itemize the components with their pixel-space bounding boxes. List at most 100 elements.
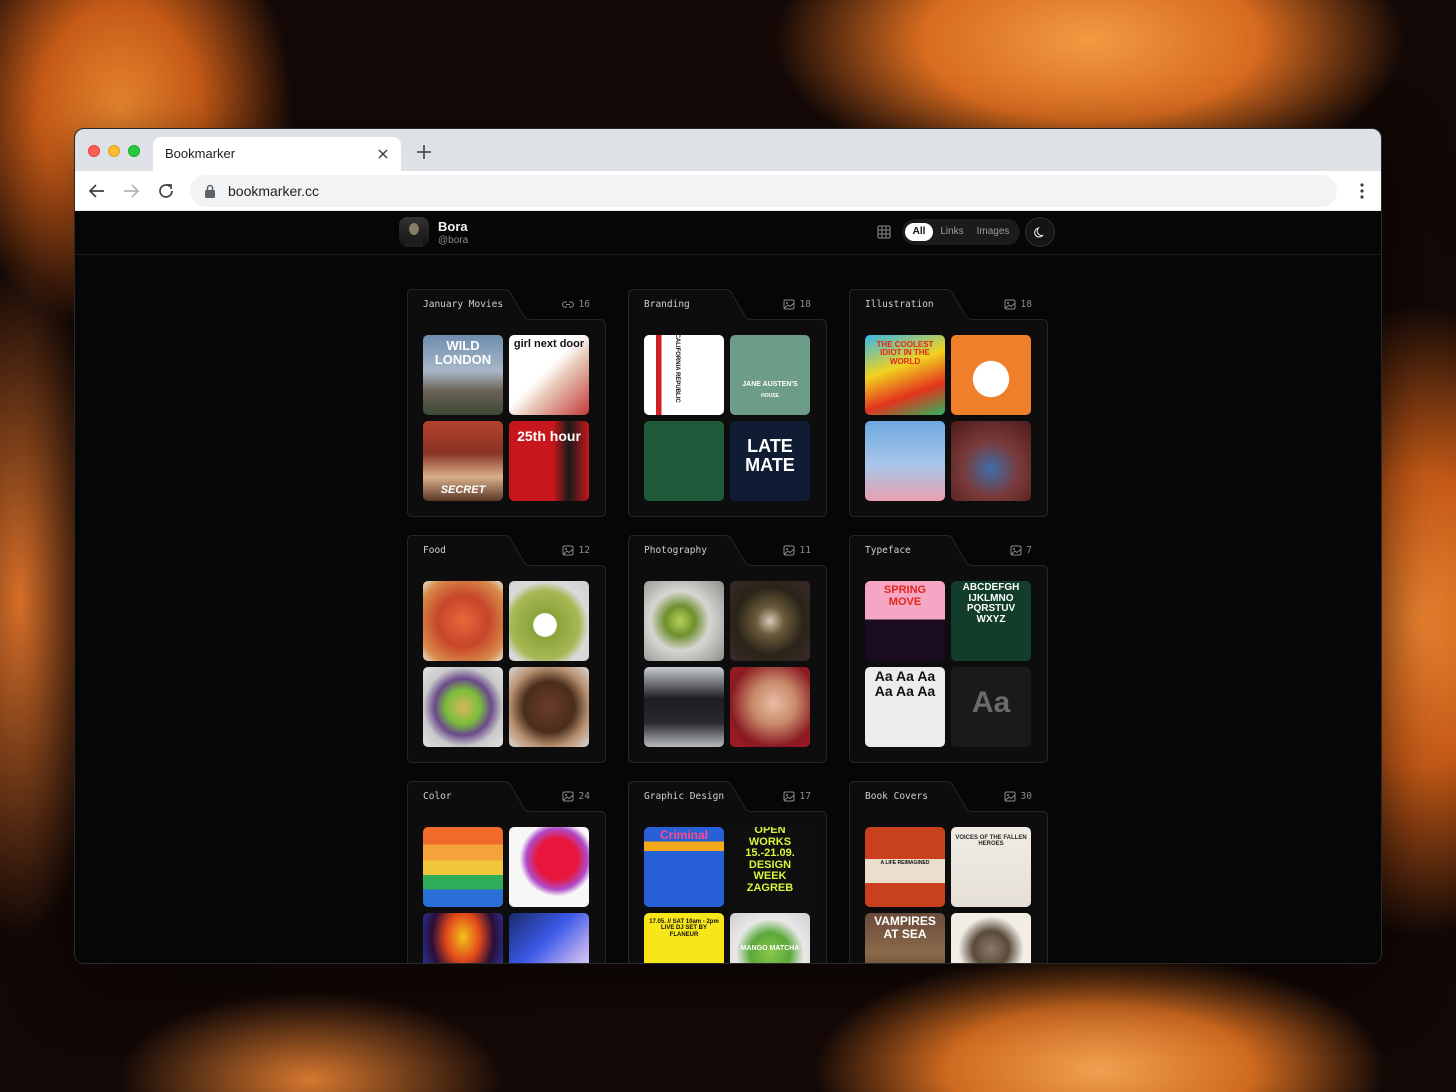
thumbnail-label: ABCDEFGH IJKLMNO PQRSTUV WXYZ [962,582,1020,625]
folder-thumbnail[interactable]: VOICES OF THE FALLEN HEROES [951,827,1031,907]
theme-toggle-button[interactable] [1025,217,1055,247]
folder-count: 18 [1020,299,1032,310]
folder-thumbnail[interactable]: 17.05. // SAT 10am - 2pm LIVE DJ SET BY … [644,913,724,963]
thumbnail-label: VAMPIRES AT SEA [874,914,936,941]
image-icon [783,299,795,310]
folder-thumbnail[interactable] [509,913,589,963]
address-bar[interactable]: bookmarker.cc [190,175,1337,207]
folder-thumbnail[interactable]: girl next door [509,335,589,415]
folder-thumbnail[interactable]: JANE AUSTEN'S HOUSE [730,335,810,415]
image-icon [783,545,795,556]
browser-toolbar: bookmarker.cc [75,171,1381,211]
thumbnail-label: THE COOLEST IDIOT IN THE WORLD [876,340,934,366]
close-icon[interactable] [375,146,391,162]
folder-thumbnail[interactable]: Aa [951,667,1031,747]
image-icon [1010,545,1022,556]
browser-tab[interactable]: Bookmarker [153,137,401,171]
browser-window: Bookmarker bookmarker.cc Bora @bora All … [74,128,1382,964]
folder-thumbnail[interactable] [423,827,503,907]
thumbnail-label: Criminal [659,828,708,842]
folder-card[interactable]: Photography 11 [628,535,827,763]
forward-arrow-icon[interactable] [121,181,141,201]
link-icon [562,301,574,308]
image-icon [1004,299,1016,310]
folder-count: 24 [578,791,590,802]
reload-icon[interactable] [156,181,176,201]
thumbnail-label: Aa Aa Aa Aa Aa Aa [874,668,936,699]
folder-thumbnail[interactable]: MANGO MATCHA [730,913,810,963]
new-tab-icon[interactable] [415,143,433,161]
folder-thumbnail[interactable]: WILD LONDON [423,335,503,415]
folder-card[interactable]: Color 24 [407,781,606,963]
thumbnail-label: LATE MATE [745,436,795,475]
folder-thumbnail[interactable] [644,581,724,661]
folder-title: January Movies [423,299,504,310]
folder-title: Illustration [865,299,934,310]
avatar[interactable] [399,217,429,247]
folder-thumbnail[interactable] [730,667,810,747]
folder-card[interactable]: Typeface 7 SPRING MOVE ABCDEFGH IJKLMNO PQR… [849,535,1048,763]
folder-thumbnail[interactable] [423,581,503,661]
folder-thumbnail[interactable]: SPRING MOVE [865,581,945,661]
folder-thumbnail[interactable] [730,581,810,661]
image-icon [562,791,574,802]
folder-thumbnail[interactable]: SECRET [423,421,503,501]
app-header: Bora @bora All Links Images [75,211,1381,255]
folder-thumbnail[interactable] [509,581,589,661]
folder-thumbnail[interactable]: Aa Aa Aa Aa Aa Aa [865,667,945,747]
folder-thumbnail[interactable] [509,667,589,747]
image-icon [1004,791,1016,802]
folder-card[interactable]: January Movies 16 WILD LONDON girl next doo… [407,289,606,517]
folder-thumbnail[interactable] [951,421,1031,501]
filter-links[interactable]: Links [935,223,969,241]
thumbnail-label: girl next door [513,338,585,350]
folder-thumbnail[interactable]: CALIFORNIA REPUBLIC [644,335,724,415]
thumbnail-label: SPRING MOVE [883,584,927,608]
moon-icon [1034,227,1044,238]
folder-thumbnail[interactable]: 25th hour [509,421,589,501]
folder-thumbnail[interactable]: LATE MATE [730,421,810,501]
folder-thumbnail[interactable]: OPEN WORKS 15.-21.09. DESIGN WEEK ZAGREB [730,827,810,907]
folder-card[interactable]: Branding 18 CALIFORNIA REPUBLIC JANE AUSTEN… [628,289,827,517]
filter-images[interactable]: Images [971,223,1015,241]
thumbnail-label: SECRET [440,484,486,496]
page-content: Bora @bora All Links Images January Movi… [75,211,1381,963]
minimize-window-button[interactable] [108,145,120,157]
folder-thumbnail[interactable] [951,913,1031,963]
folder-thumbnail[interactable] [509,827,589,907]
folder-title: Branding [644,299,690,310]
folder-count: 30 [1020,791,1032,802]
filter-toggle: All Links Images [902,219,1020,245]
folder-thumbnail[interactable] [951,335,1031,415]
folder-thumbnail[interactable] [423,667,503,747]
folder-count: 7 [1026,545,1032,556]
folder-thumbnail[interactable] [865,421,945,501]
folder-title: Food [423,545,446,556]
folder-thumbnail[interactable]: Criminal [644,827,724,907]
folder-thumbnail[interactable]: THE COOLEST IDIOT IN THE WORLD [865,335,945,415]
maximize-window-button[interactable] [128,145,140,157]
image-icon [783,791,795,802]
folder-thumbnail[interactable] [644,667,724,747]
folder-card[interactable]: Book Covers 30 A LIFE REIMAGINED VOICES OF … [849,781,1048,963]
folder-card[interactable]: Food 12 [407,535,606,763]
folder-thumbnail[interactable]: ABCDEFGH IJKLMNO PQRSTUV WXYZ [951,581,1031,661]
folder-thumbnail[interactable]: A LIFE REIMAGINED [865,827,945,907]
thumbnail-label: WILD LONDON [434,338,492,367]
folder-title: Graphic Design [644,791,725,802]
thumbnail-label: 25th hour [517,428,581,444]
folder-card[interactable]: Graphic Design 17 Criminal OPEN WORKS 15.-2… [628,781,827,963]
thumbnail-label: OPEN WORKS 15.-21.09. DESIGN WEEK ZAGREB [745,827,795,894]
folder-thumbnail[interactable]: VAMPIRES AT SEA [865,913,945,963]
filter-all[interactable]: All [905,223,933,241]
folder-card[interactable]: Illustration 18 THE COOLEST IDIOT IN THE W… [849,289,1048,517]
back-arrow-icon[interactable] [87,181,107,201]
folder-title: Color [423,791,452,802]
folder-thumbnail[interactable] [644,421,724,501]
close-window-button[interactable] [88,145,100,157]
grid-view-icon[interactable] [876,224,892,240]
folder-thumbnail[interactable] [423,913,503,963]
folder-title: Photography [644,545,707,556]
more-options-icon[interactable] [1359,181,1365,201]
user-handle: @bora [438,235,469,246]
